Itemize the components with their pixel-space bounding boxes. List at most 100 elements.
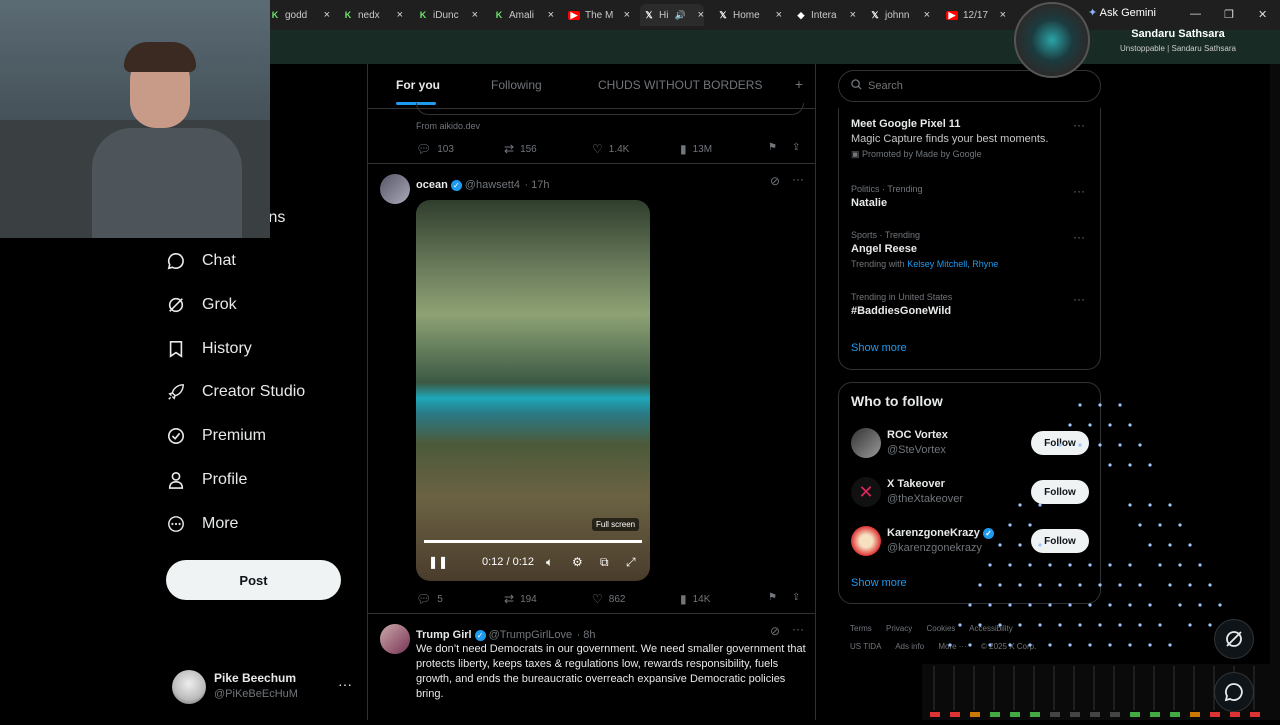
views-button[interactable]: ▮ 13M [680,142,712,156]
browser-tab[interactable]: ◆ Intera × [796,4,856,26]
trend-item[interactable]: Trending in United States #BaddiesGoneWi… [851,292,1091,317]
author-handle[interactable]: @hawsett4 [465,179,520,191]
share-icon[interactable]: ⇪ [792,592,800,603]
nav-item-more[interactable]: More [166,509,366,539]
tab-following[interactable]: Following [491,78,542,92]
more-icon[interactable]: ··· [1073,230,1085,244]
footer-link[interactable]: Accessibility [969,624,1013,633]
browser-tab[interactable]: KiDunc × [418,4,478,26]
author-name[interactable]: Trump Girl [416,629,472,641]
follow-suggestion[interactable]: ROC Vortex @SteVortex Follow [851,425,1091,465]
browser-tab[interactable]: 𝕏johnn × [870,4,930,26]
browser-tab[interactable]: ▶ The M × [568,4,630,26]
grok-icon[interactable]: ⊘ [770,174,780,188]
search-input[interactable] [868,80,1088,92]
tweet-media-card[interactable] [416,103,804,115]
close-tab-icon[interactable]: × [324,9,330,21]
close-tab-icon[interactable]: × [698,9,704,21]
show-more-trends-link[interactable]: Show more [851,342,1091,354]
settings-icon[interactable]: ⚙ [572,555,583,569]
footer-link[interactable]: Terms [850,624,872,633]
footer-link[interactable]: US TIDA [850,642,881,651]
post-button[interactable]: Post [166,560,341,600]
pause-icon[interactable]: ❚❚ [428,555,448,569]
close-tab-icon[interactable]: × [924,9,930,21]
volume-icon[interactable]: 🔈︎ [546,555,553,570]
nav-item-grok[interactable]: Grok [166,290,366,320]
more-icon[interactable]: ··· [1073,118,1085,132]
ask-gemini-button[interactable]: ✦ Ask Gemini [1088,6,1156,19]
follow-button[interactable]: Follow [1031,480,1089,504]
fullscreen-icon[interactable]: ⤢ [626,555,636,570]
repost-button[interactable]: ⇄ 156 [504,142,537,156]
footer-link[interactable]: More ··· [938,642,966,651]
tweet-time[interactable]: · 8h [577,629,596,641]
tweet-card[interactable]: From aikido.dev 💬︎ 103 ⇄ 156 ♡ 1.4K ▮ 13M ⚑ … [368,103,815,164]
tweet-time[interactable]: · 17h [524,179,549,191]
avatar[interactable] [380,624,410,654]
follow-button[interactable]: Follow [1031,431,1089,455]
like-button[interactable]: ♡ 1.4K [592,142,629,156]
browser-tab[interactable]: Kgodd × [270,4,330,26]
browser-tab[interactable]: K Amali × [494,4,554,26]
avatar[interactable] [380,174,410,204]
follow-suggestion[interactable]: ✕ X Takeover @theXtakeover Follow [851,474,1091,514]
promoted-trend[interactable]: Meet Google Pixel 11 Magic Capture finds… [851,118,1091,160]
close-tab-icon[interactable]: × [472,9,478,21]
bookmark-icon[interactable]: ⚑ [768,142,777,153]
avatar[interactable] [851,526,881,556]
grok-icon[interactable]: ⊘ [770,624,780,638]
more-icon[interactable]: ··· [1073,184,1085,198]
tab-chuds-without-borders[interactable]: CHUDS WITHOUT BORDERS [598,78,762,92]
add-tab-icon[interactable]: + [795,76,803,92]
close-tab-icon[interactable]: × [548,9,554,21]
trend-item[interactable]: Sports · Trending Angel Reese Trending w… [851,230,1091,269]
like-button[interactable]: ♡ 862 [592,592,625,606]
video-progress-bar[interactable] [424,540,642,543]
browser-tab[interactable]: 𝕏 Home × [718,4,782,26]
nav-item-premium[interactable]: Premium [166,421,366,451]
show-more-follow-link[interactable]: Show more [851,577,1091,589]
reply-button[interactable]: 💬︎ 5 [416,592,443,606]
avatar[interactable] [851,428,881,458]
more-icon[interactable]: ··· [792,172,804,186]
views-button[interactable]: ▮ 14K [680,592,710,606]
more-icon[interactable]: ··· [338,676,352,692]
browser-tab-active[interactable]: 𝕏 Hi 🔊 × [640,4,704,26]
author-handle[interactable]: @TrumpGirlLove [489,629,573,641]
follow-button[interactable]: Follow [1031,529,1089,553]
bookmark-icon[interactable]: ⚑ [768,592,777,603]
follow-suggestion[interactable]: KarenzgoneKrazy ✓ @karenzgonekrazy Follow [851,523,1091,563]
close-tab-icon[interactable]: × [624,9,630,21]
close-tab-icon[interactable]: × [397,9,403,21]
tab-for-you[interactable]: For you [396,78,440,92]
footer-link[interactable]: Ads info [895,642,924,651]
messages-floating-button[interactable] [1214,672,1254,712]
account-switcher[interactable]: Pike Beechum @PiKeBeEcHuM ··· [172,668,362,708]
share-icon[interactable]: ⇪ [792,142,800,153]
tweet-card[interactable]: ocean ✓ @hawsett4 · 17h ⊘ ··· Full screen … [368,164,815,614]
maximize-icon[interactable]: ❐ [1224,8,1234,21]
picture-in-picture-icon[interactable]: ⧉ [600,555,609,570]
avatar[interactable]: ✕ [851,477,881,507]
tweet-card[interactable]: Trump Girl ✓ @TrumpGirlLove · 8h ⊘ ··· We … [368,614,815,720]
nav-item-creator-studio[interactable]: Creator Studio [166,377,366,407]
video-player[interactable]: Full screen ❚❚ 0:12 / 0:12 🔈︎ ⚙ ⧉ ⤢ [416,200,650,581]
footer-link[interactable]: Privacy [886,624,912,633]
grok-floating-button[interactable] [1214,619,1254,659]
nav-item-history[interactable]: History [166,334,366,364]
trend-related-links[interactable]: Kelsey Mitchell, Rhyne [907,259,998,269]
footer-link[interactable]: Cookies [926,624,955,633]
minimize-icon[interactable]: — [1190,8,1201,20]
more-icon[interactable]: ··· [792,622,804,636]
trend-item[interactable]: Politics · Trending Natalie ··· [851,184,1091,209]
browser-tab[interactable]: ▶ 12/17 × [946,4,1006,26]
nav-item-chat[interactable]: Chat [166,246,366,276]
repost-button[interactable]: ⇄ 194 [504,592,537,606]
close-tab-icon[interactable]: × [1000,9,1006,21]
browser-tab[interactable]: Knedx × [343,4,403,26]
more-icon[interactable]: ··· [1073,292,1085,306]
close-tab-icon[interactable]: × [850,9,856,21]
close-window-icon[interactable]: ✕ [1258,8,1267,21]
nav-item-profile[interactable]: Profile [166,465,366,495]
